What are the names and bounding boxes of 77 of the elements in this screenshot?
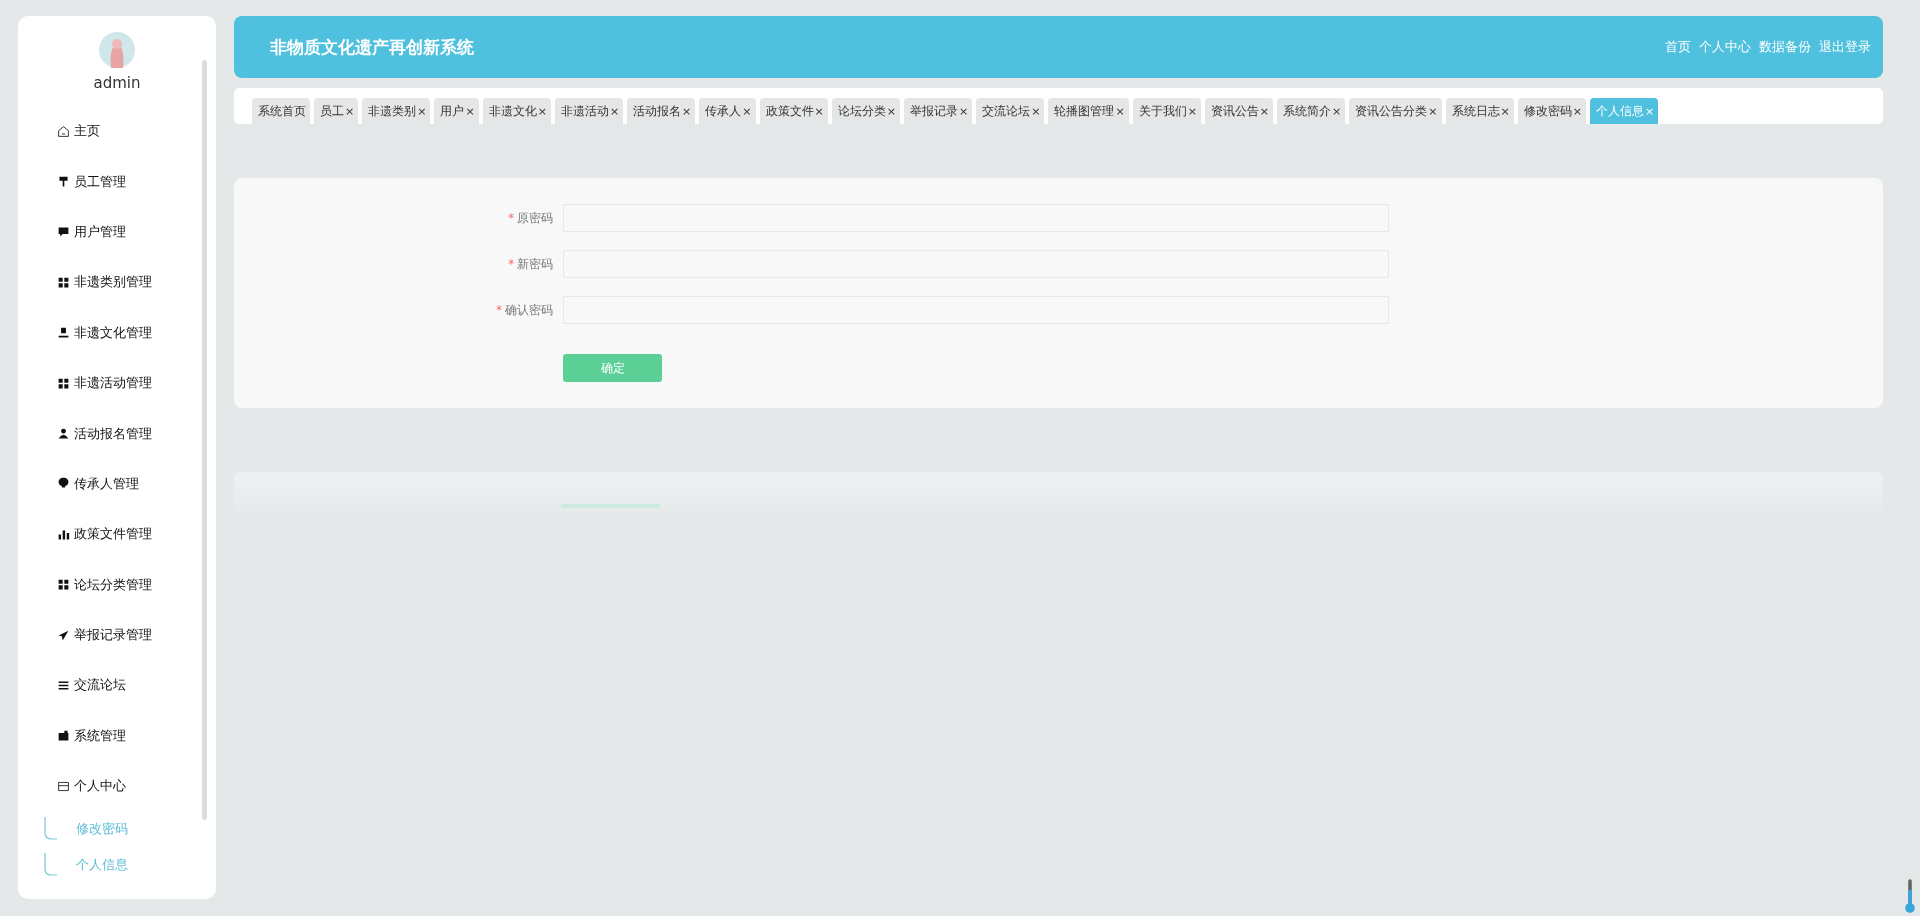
close-icon[interactable]: ×	[682, 104, 692, 118]
close-icon[interactable]: ×	[345, 104, 355, 118]
tab[interactable]: 论坛分类×	[831, 98, 900, 124]
user-icon	[57, 326, 70, 340]
close-icon[interactable]: ×	[609, 104, 620, 118]
menu-item[interactable]: 论坛分类管理	[18, 559, 216, 610]
tab[interactable]: 政策文件×	[759, 98, 828, 124]
menu-item[interactable]: 非遗活动管理	[18, 357, 216, 409]
close-icon[interactable]: ×	[886, 104, 896, 118]
bar-chart-icon	[57, 527, 70, 541]
tab[interactable]: 系统日志×	[1445, 98, 1514, 124]
tab[interactable]: 系统简介×	[1277, 98, 1346, 124]
close-icon[interactable]: ×	[1115, 104, 1125, 118]
close-icon[interactable]: ×	[1187, 104, 1197, 118]
tab[interactable]: 系统首页	[252, 98, 310, 124]
menu-item[interactable]: 系统管理	[18, 710, 216, 762]
menu-item[interactable]: 用户管理	[18, 206, 216, 258]
tab[interactable]: 活动报名×	[627, 98, 696, 124]
menu-item[interactable]: 员工管理	[18, 156, 216, 207]
thermometer-icon	[1904, 878, 1916, 914]
close-icon[interactable]: ×	[814, 104, 824, 118]
home-icon	[57, 124, 70, 138]
close-icon[interactable]: ×	[1572, 104, 1582, 118]
tab[interactable]: 员工×	[314, 98, 359, 124]
close-icon[interactable]: ×	[1500, 104, 1510, 118]
close-icon[interactable]: ×	[958, 104, 969, 118]
menu-item[interactable]: 非遗文化管理	[18, 307, 216, 358]
tab[interactable]: 关于我们×	[1132, 98, 1201, 124]
tab[interactable]: 轮播图管理×	[1048, 98, 1129, 124]
menu-item[interactable]: 交流论坛	[18, 660, 216, 711]
menu-item[interactable]: 活动报名管理	[18, 408, 216, 459]
menu-item[interactable]: 主页	[18, 106, 216, 157]
list-icon	[57, 679, 70, 692]
close-icon[interactable]: ×	[1332, 104, 1342, 118]
username: admin	[93, 74, 141, 92]
send-icon	[57, 628, 70, 642]
tab[interactable]: 非遗活动×	[554, 98, 624, 124]
close-icon[interactable]: ×	[1259, 104, 1270, 118]
tab[interactable]: 资讯公告×	[1204, 98, 1274, 124]
tab[interactable]: 非遗文化×	[482, 98, 551, 124]
field-label: * 确认密码	[495, 302, 553, 318]
bulb-icon	[57, 477, 70, 491]
tab[interactable]: 举报记录×	[903, 98, 973, 124]
close-icon[interactable]: ×	[537, 104, 547, 118]
tree-branch-icon	[44, 853, 58, 878]
required-mark: *	[496, 302, 502, 317]
tab[interactable]: 资讯公告分类×	[1349, 98, 1442, 124]
close-icon[interactable]: ×	[417, 104, 427, 118]
grid-icon	[57, 578, 70, 592]
person-icon	[57, 427, 70, 441]
grid-icon	[57, 275, 70, 289]
tab[interactable]: 传承人×	[699, 98, 756, 124]
required-mark: *	[508, 210, 514, 225]
system-title: 非物质文化遗产再创新系统	[270, 35, 474, 59]
avatar	[99, 32, 135, 68]
scrollbar[interactable]	[202, 60, 207, 820]
field-label: * 原密码	[507, 210, 553, 226]
card-icon	[57, 779, 70, 793]
menu-item[interactable]: 政策文件管理	[18, 509, 216, 560]
grid-icon	[57, 376, 70, 390]
close-icon[interactable]: ×	[465, 104, 475, 118]
folder-icon	[57, 729, 70, 743]
menu-item[interactable]: 传承人管理	[18, 458, 216, 510]
close-icon[interactable]: ×	[1428, 104, 1438, 118]
menu-item[interactable]: 举报记录管理	[18, 609, 216, 661]
tree-branch-icon	[44, 817, 58, 842]
tab[interactable]: 非遗类别×	[362, 98, 431, 124]
close-icon[interactable]: ×	[742, 104, 752, 118]
menu-item[interactable]: 个人中心	[18, 761, 216, 812]
tab[interactable]: 用户×	[434, 98, 479, 124]
tab[interactable]: 交流论坛×	[976, 98, 1045, 124]
tab[interactable]: 修改密码×	[1517, 98, 1586, 124]
chat-icon	[57, 225, 70, 239]
field-label: * 新密码	[507, 256, 553, 272]
menu-item[interactable]: 非遗类别管理	[18, 257, 216, 308]
required-mark: *	[508, 256, 514, 271]
close-icon[interactable]: ×	[1031, 104, 1041, 118]
